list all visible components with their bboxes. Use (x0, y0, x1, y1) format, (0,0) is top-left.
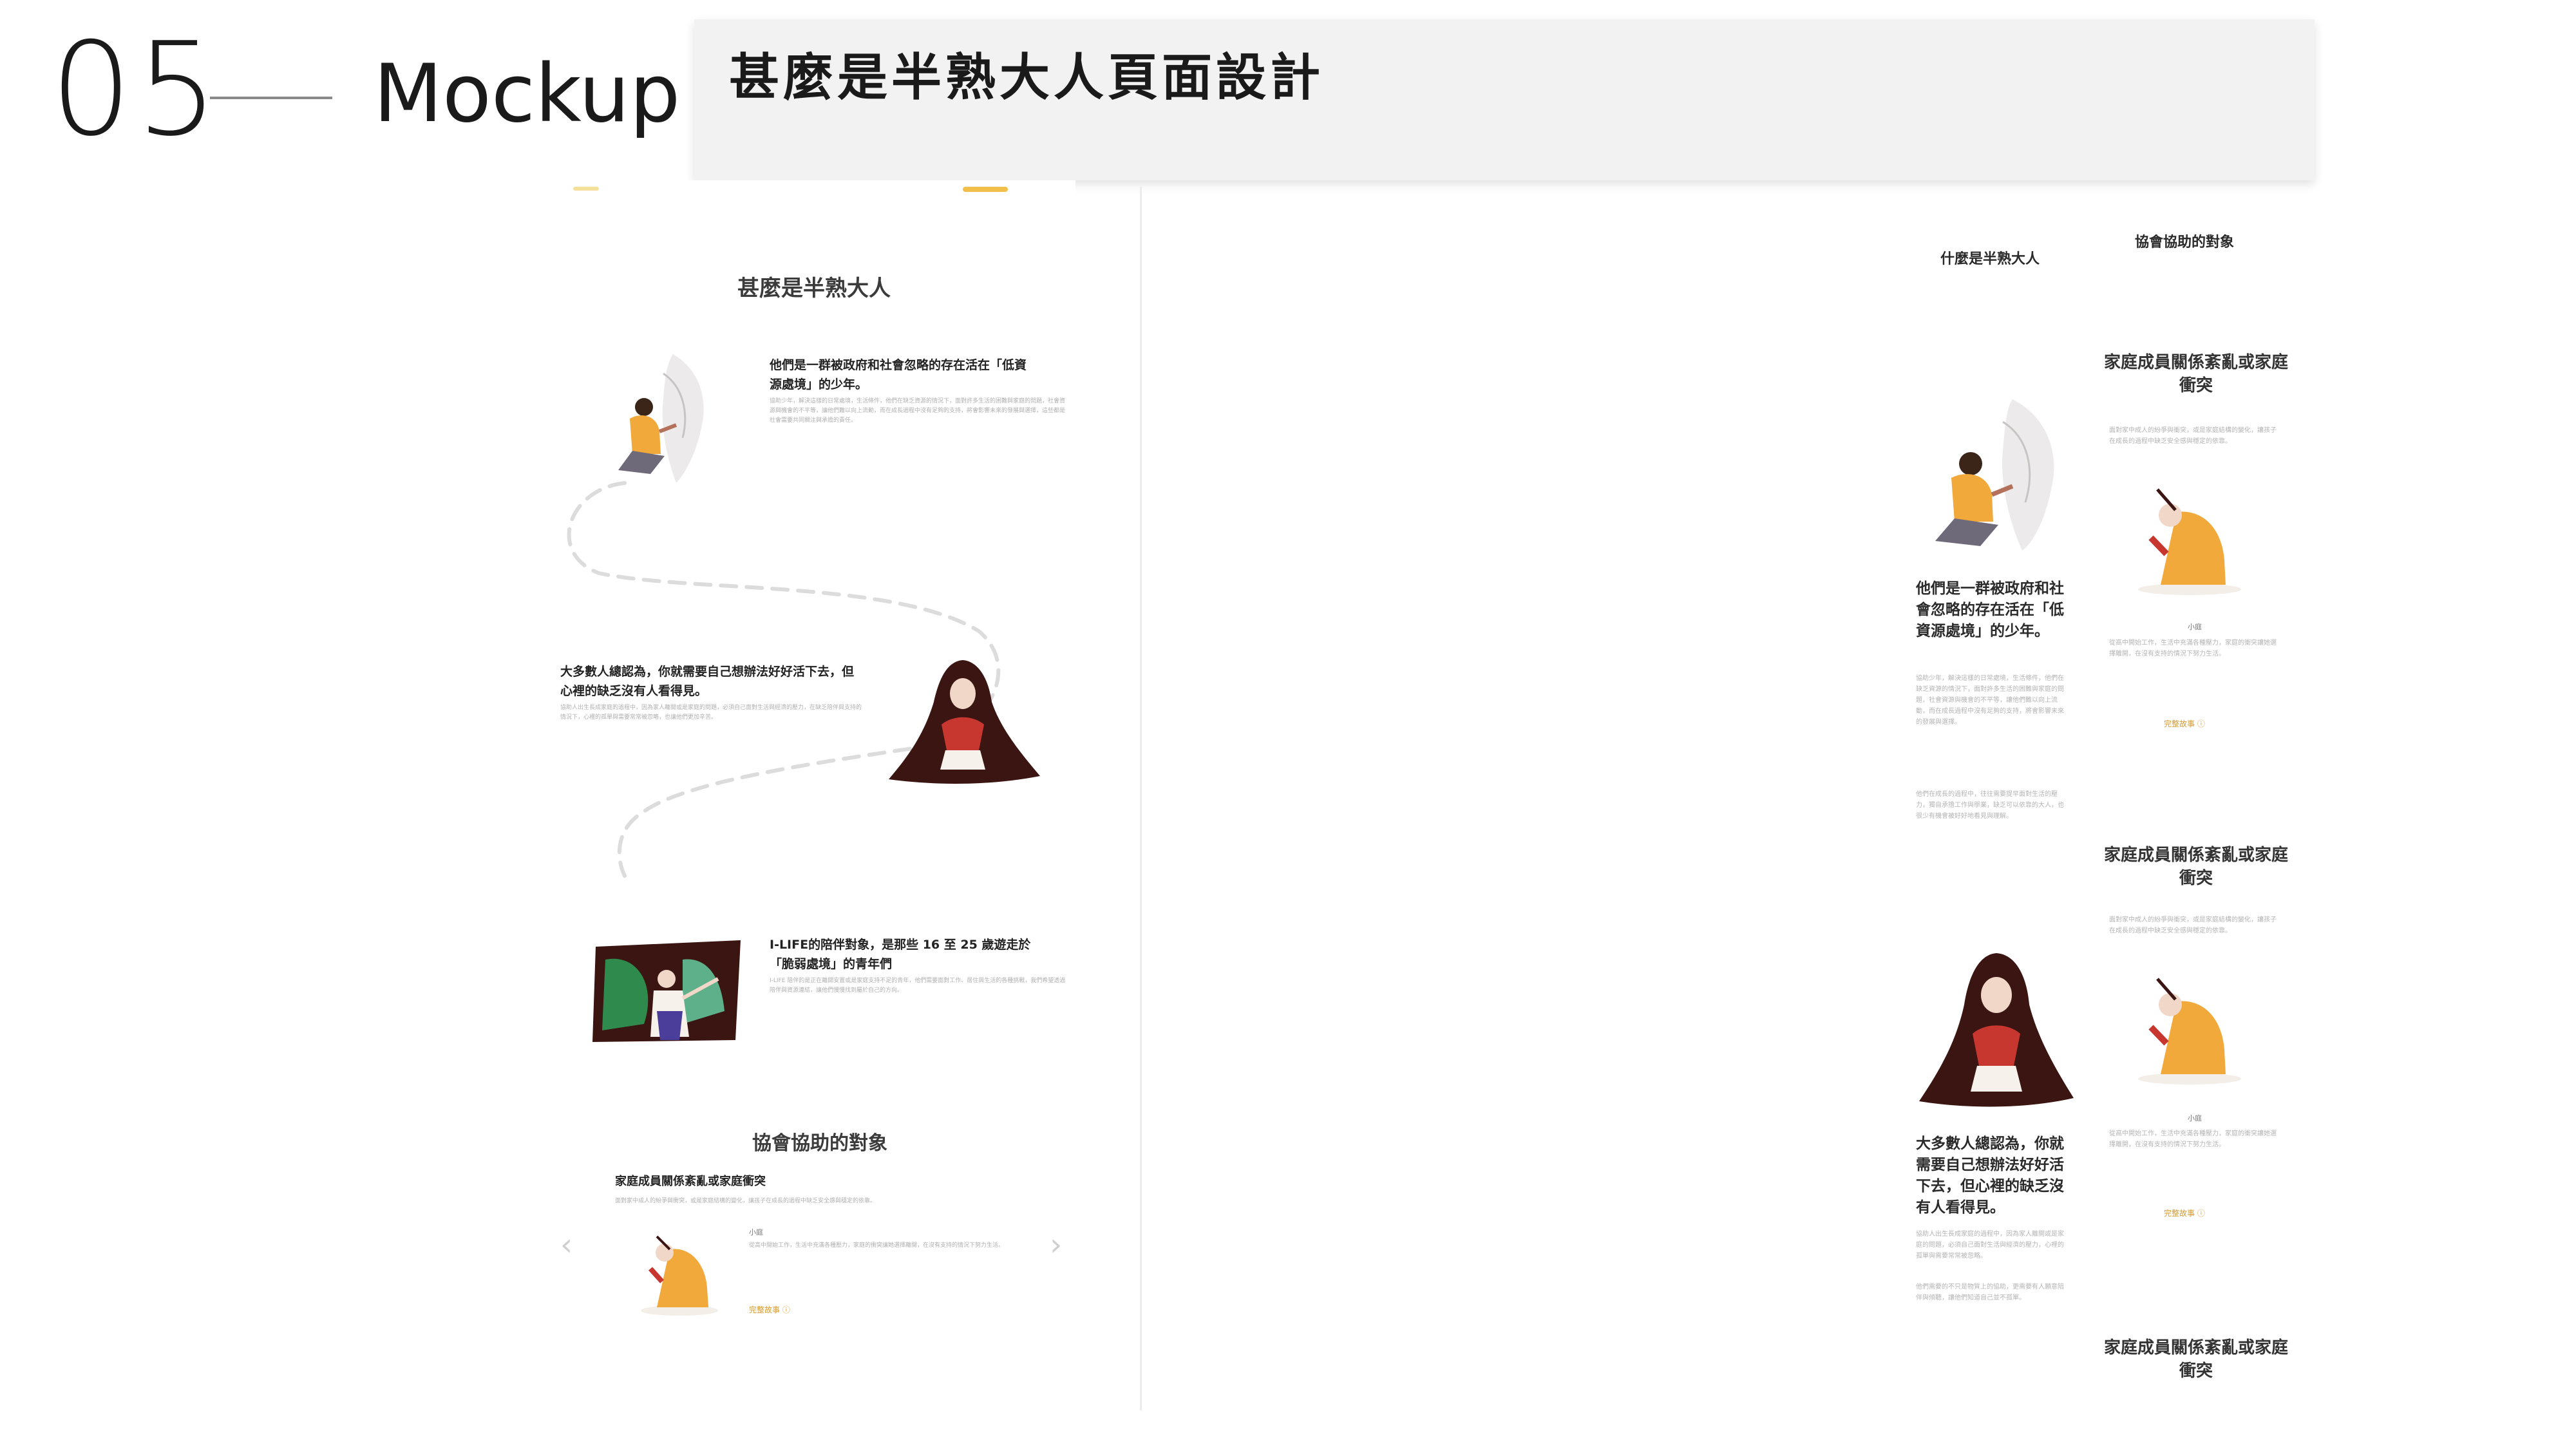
block1-heading: 他們是一群被政府和社會忽略的存在活在「低資源處境」的少年。 (770, 358, 1027, 392)
card-person-body: 從高中開始工作，生活中充滿各種壓力，家庭的衝突讓她選擇離開，在沒有支持的情況下努… (749, 1242, 1005, 1249)
mobile-category-body-2: 面對家中成人的紛爭與衝突，或是家庭結構的變化，讓孩子在成長的過程中缺乏安全感與穩… (2109, 916, 2277, 934)
mobile-block1-heading: 他們是一群被政府和社會忽略的存在活在「低資源處境」的少年。 (1916, 580, 2064, 639)
read-more-link[interactable]: 完整故事 ⓘ (749, 1304, 790, 1315)
kneeling-figure-illustration (641, 1235, 718, 1316)
mobile-read-more-2[interactable]: 完整故事 ⓘ (2164, 1208, 2205, 1218)
mobile-person-label-1: 小庭 (2188, 623, 2202, 631)
mobile-mockup: 什麼是半熟大人 他們是一群被政府和社會忽略的存在活在「低資源處境」的少年。 協助… (1897, 193, 2322, 1417)
mobile-hooded-figure-illustration (1919, 953, 2074, 1107)
block2-body: 協助人出生長成家庭的過程中，因為家人離開或是家庭的問題，必須自己面對生活與經濟的… (560, 705, 862, 721)
desktop-mockup: 甚麼是半熟大人 他們是一群被政府和社會忽略的存在活在「低資源處境」的少年。 協助… (560, 180, 1075, 1404)
block3-body: I-LIFE 陪伴的是正在離開安置或是家庭支持不足的青年，他們需要面對工作、居住… (770, 978, 1066, 994)
mobile-category-heading-1: 家庭成員關係紊亂或家庭衝突 (2103, 353, 2288, 395)
card-person-label: 小庭 (749, 1228, 763, 1236)
block1-body: 協助少年，解決這樣的日常處境，生活條件，他們在缺乏資源的情況下，面對許多生活的困… (770, 398, 1066, 424)
mobile-person-body-2: 從高中開始工作，生活中充滿各種壓力，家庭的衝突讓她選擇離開，在沒有支持的情況下努… (2109, 1130, 2277, 1148)
mobile-kneeling-figure-1 (2138, 488, 2241, 595)
mobile-block2-body: 協助人出生長成家庭的過程中，因為家人離開或是家庭的問題，必須自己面對生活與經濟的… (1916, 1231, 2064, 1260)
mobile-col1-title: 什麼是半熟大人 (1940, 251, 2040, 267)
sitting-figure-illustration (618, 354, 704, 483)
mobile-col2-title: 協會協助的對象 (2135, 234, 2235, 251)
painting-figure-illustration (592, 940, 741, 1042)
slide-number: 05 (50, 15, 222, 165)
card-body: 面對家中成人的紛爭與衝突，或是家庭結構的變化，讓孩子在成長的過程中缺乏安全感與穩… (615, 1198, 876, 1204)
slide-title: Mockup (374, 48, 681, 140)
mobile-category-body-1: 面對家中成人的紛爭與衝突，或是家庭結構的變化，讓孩子在成長的過程中缺乏安全感與穩… (2109, 427, 2277, 445)
mobile-read-more-1[interactable]: 完整故事 ⓘ (2164, 718, 2205, 729)
mobile-person-label-2: 小庭 (2188, 1114, 2202, 1122)
mobile-category-heading-2: 家庭成員關係紊亂或家庭衝突 (2103, 846, 2288, 888)
mockup-divider (1140, 187, 1142, 1410)
mobile-category-heading-3: 家庭成員關係紊亂或家庭衝突 (2103, 1338, 2288, 1381)
mobile-person-body-1: 從高中開始工作，生活中充滿各種壓力，家庭的衝突讓她選擇離開，在沒有支持的情況下努… (2109, 639, 2277, 658)
mobile-block2-heading: 大多數人總認為，你就需要自己想辦法好好活下去，但心裡的缺乏沒有人看得見。 (1916, 1135, 2064, 1216)
card-heading: 家庭成員關係紊亂或家庭衝突 (615, 1175, 766, 1188)
mobile-block1-body: 協助少年，解決這樣的日常處境，生活條件，他們在缺乏資源的情況下，面對許多生活的困… (1916, 675, 2064, 726)
mobile-kneeling-figure-2 (2138, 978, 2241, 1084)
section-title-targets: 協會協助的對象 (752, 1132, 887, 1155)
carousel-next-arrow[interactable]: › (1050, 1227, 1062, 1263)
title-divider (210, 97, 332, 99)
mobile-sitting-figure-illustration (1935, 399, 2054, 551)
caption-box: 甚麼是半熟大人頁面設計 (694, 19, 2315, 180)
block2-heading: 大多數人總認為，你就需要自己想辦法好好活下去，但心裡的缺乏沒有人看得見。 (560, 665, 855, 698)
hooded-figure-illustration (889, 660, 1040, 784)
mobile-block1-body-2: 他們在成長的過程中，往往需要提早面對生活的壓力，獨自承擔工作與學業，缺乏可以依靠… (1916, 791, 2064, 820)
carousel-prev-arrow[interactable]: ‹ (560, 1227, 573, 1263)
block3-heading: I-LIFE的陪伴對象，是那些 16 至 25 歲遊走於「脆弱處境」的青年們 (770, 938, 1031, 971)
mobile-block2-body-2: 他們需要的不只是物質上的協助，更需要有人願意陪伴與傾聽，讓他們知道自己並不孤單。 (1916, 1283, 2064, 1302)
caption-text: 甚麼是半熟大人頁面設計 (729, 49, 1325, 107)
